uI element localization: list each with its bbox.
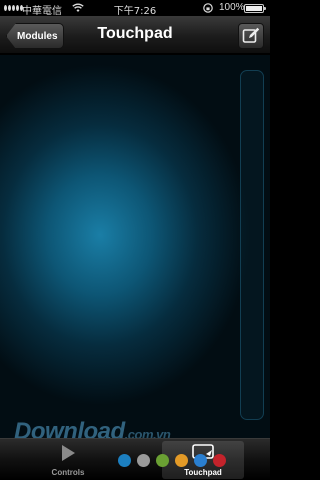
color-dot [213, 454, 226, 467]
tab-controls-label: Controls [51, 468, 85, 477]
touchpad-surface[interactable] [0, 55, 270, 438]
rotation-lock-icon [203, 3, 213, 13]
color-dot [175, 454, 188, 467]
battery-fill [246, 6, 262, 11]
battery-percent: 100% [219, 2, 245, 13]
play-icon [62, 445, 75, 461]
color-dots [118, 454, 226, 467]
color-dot [118, 454, 131, 467]
edit-icon [242, 27, 260, 43]
battery-icon [244, 4, 266, 13]
page-title: Touchpad [97, 25, 173, 42]
color-dot [137, 454, 150, 467]
color-dot [194, 454, 207, 467]
status-bar: 中華電信 下午7:26 100% [0, 0, 270, 17]
edit-button[interactable] [238, 23, 264, 49]
color-dot [156, 454, 169, 467]
scroll-strip[interactable] [240, 70, 264, 420]
tab-touchpad-label: Touchpad [184, 468, 222, 477]
navigation-bar: Modules Touchpad [0, 16, 270, 54]
tab-controls[interactable]: Controls [30, 441, 106, 479]
